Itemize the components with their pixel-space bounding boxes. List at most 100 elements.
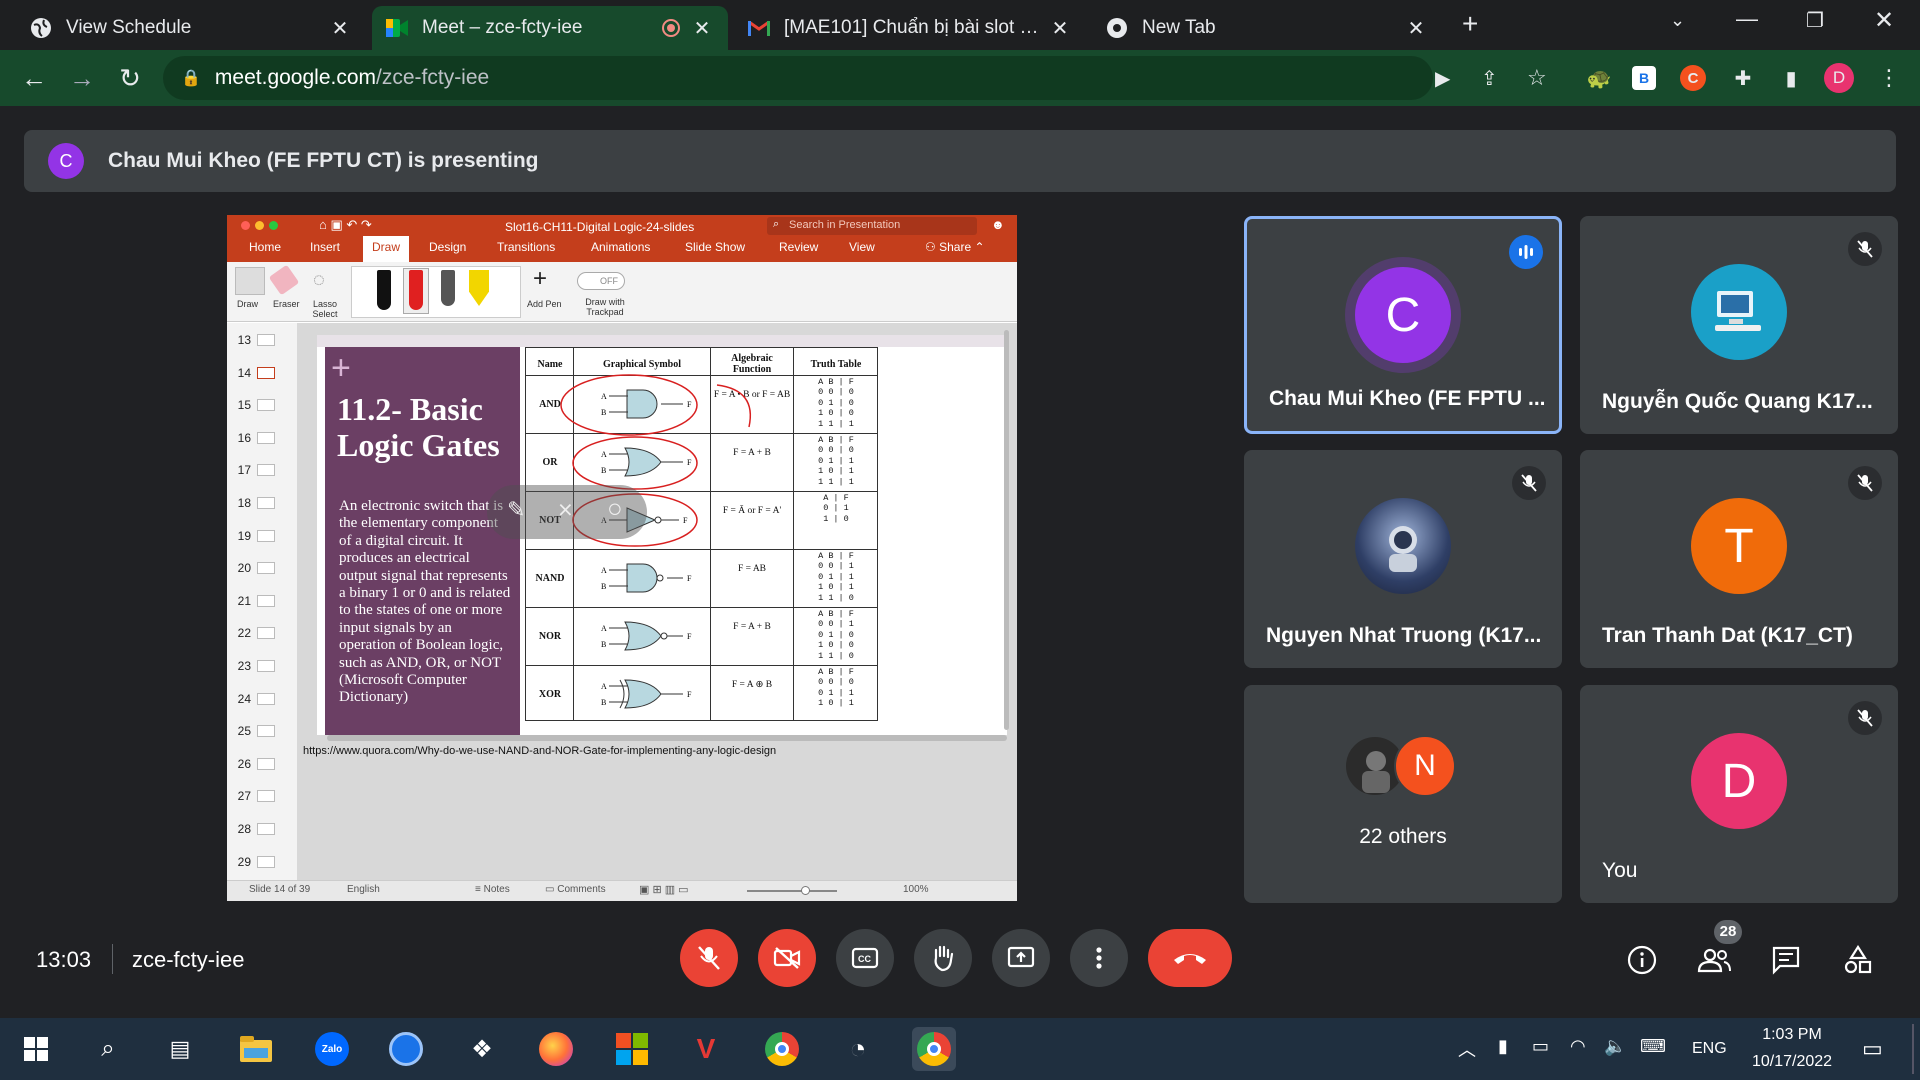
back-button[interactable]: ← xyxy=(14,58,54,98)
notes-button[interactable]: ≡ Notes xyxy=(475,884,510,895)
extension-icon[interactable]: 🐢 xyxy=(1584,63,1614,93)
pen-off-icon[interactable]: ✎ xyxy=(507,497,525,523)
slide-thumbnail[interactable] xyxy=(257,692,275,705)
camera-icon[interactable]: ▶ xyxy=(1435,66,1450,91)
ribbon-tab-draw[interactable]: Draw xyxy=(363,236,409,262)
microsoft-office-icon[interactable] xyxy=(610,1027,654,1071)
slide-thumbnail[interactable] xyxy=(257,366,275,379)
teamviewer-icon[interactable] xyxy=(384,1027,428,1071)
participant-tile[interactable]: Nguyen Nhat Truong (K17... xyxy=(1244,450,1562,668)
participant-tile[interactable]: C Chau Mui Kheo (FE FPTU ... xyxy=(1244,216,1562,434)
slide-thumbnail[interactable] xyxy=(257,823,275,835)
people-button[interactable] xyxy=(1694,940,1734,980)
side-panel-icon[interactable]: ▮ xyxy=(1776,63,1806,93)
search-taskbar-icon[interactable]: ⌕ xyxy=(86,1027,130,1071)
slide-thumbnail[interactable] xyxy=(257,334,275,346)
tab-new-tab[interactable]: New Tab ✕ xyxy=(1092,6,1442,50)
address-bar[interactable]: 🔒 meet.google.com/zce-fcty-iee ▶ ⇪ ☆ xyxy=(163,56,1547,100)
clock-time[interactable]: 1:03 PM xyxy=(1742,1026,1842,1044)
extension-c-icon[interactable]: C xyxy=(1680,65,1706,91)
menu-dots-icon[interactable]: ⋮ xyxy=(1874,63,1904,93)
slide-thumbnail[interactable] xyxy=(257,464,275,477)
slide-thumbnail[interactable] xyxy=(257,529,275,542)
app-windows-icon[interactable]: ❖ xyxy=(460,1027,504,1071)
slide-thumbnail[interactable] xyxy=(257,757,275,770)
ribbon-tab-insert[interactable]: Insert xyxy=(310,240,340,254)
zoom-slider[interactable] xyxy=(747,890,837,892)
participant-tile[interactable]: T Tran Thanh Dat (K17_CT) xyxy=(1580,450,1898,668)
close-icon[interactable]: ✕ xyxy=(1404,16,1428,41)
tray-chevron-icon[interactable]: ︿ xyxy=(1458,1036,1476,1062)
app-dial-icon[interactable]: ◔ xyxy=(836,1027,880,1071)
reload-button[interactable]: ↻ xyxy=(110,58,150,98)
start-windows-icon[interactable] xyxy=(14,1027,58,1071)
mic-toggle-button[interactable] xyxy=(680,929,738,987)
mac-zoom-icon[interactable] xyxy=(269,221,278,230)
tab-meet[interactable]: Meet – zce-fcty-iee ✕ xyxy=(372,6,728,50)
zalo-icon[interactable]: Zalo xyxy=(310,1027,354,1071)
bookmark-star-icon[interactable]: ☆ xyxy=(1527,65,1547,91)
share-icon[interactable]: ⇪ xyxy=(1481,66,1498,91)
zoom-slider-thumb[interactable] xyxy=(801,886,810,895)
ribbon-tab-review[interactable]: Review xyxy=(779,240,818,254)
slide-thumbnail[interactable] xyxy=(257,660,275,672)
trackpad-toggle[interactable]: OFF xyxy=(577,272,625,290)
tab-search-icon[interactable]: ⌄ xyxy=(1670,10,1685,31)
mac-minimize-icon[interactable] xyxy=(255,221,264,230)
meeting-details-button[interactable] xyxy=(1622,940,1662,980)
minimize-button[interactable]: — xyxy=(1736,6,1758,32)
leave-call-button[interactable] xyxy=(1148,929,1232,987)
ribbon-tab-home[interactable]: Home xyxy=(249,240,281,254)
slide-thumbnail[interactable] xyxy=(257,562,275,575)
chat-button[interactable] xyxy=(1766,940,1806,980)
others-tile[interactable]: N 22 others xyxy=(1244,685,1562,903)
raise-hand-button[interactable] xyxy=(914,929,972,987)
slide-thumbnail[interactable] xyxy=(257,431,275,444)
draw-tool-icon[interactable] xyxy=(235,267,265,295)
camera-toggle-button[interactable] xyxy=(758,929,816,987)
extension-b-icon[interactable]: B xyxy=(1632,66,1656,90)
ribbon-tab-slideshow[interactable]: Slide Show xyxy=(685,240,745,254)
audio-off-icon[interactable]: ⨯ xyxy=(557,497,574,522)
ribbon-tab-transitions[interactable]: Transitions xyxy=(497,240,555,254)
language-indicator[interactable]: ENG xyxy=(1692,1040,1727,1058)
view-buttons[interactable]: ▣ ⊞ ▥ ▭ xyxy=(639,883,689,896)
slide-thumbnail[interactable] xyxy=(257,855,275,868)
slide-thumbnail[interactable] xyxy=(257,399,275,412)
ppt-search-input[interactable]: Search in Presentation xyxy=(767,217,977,235)
self-tile[interactable]: D You xyxy=(1580,685,1898,903)
close-icon[interactable]: ✕ xyxy=(1048,16,1072,41)
slide-thumbnail[interactable] xyxy=(257,627,275,640)
clock-date[interactable]: 10/17/2022 xyxy=(1742,1053,1842,1071)
add-pen-icon[interactable]: + xyxy=(533,265,547,293)
profile-avatar[interactable]: D xyxy=(1824,63,1854,93)
feedback-icon[interactable]: ☻ xyxy=(991,217,1005,232)
more-options-button[interactable] xyxy=(1070,929,1128,987)
slide-thumbnail[interactable] xyxy=(257,725,275,738)
slide-thumbnail[interactable] xyxy=(257,497,275,509)
horizontal-scrollbar[interactable] xyxy=(327,735,1007,741)
participant-tile[interactable]: Nguyễn Quốc Quang K17... xyxy=(1580,216,1898,434)
volume-icon[interactable]: 🔈 xyxy=(1604,1036,1626,1057)
wifi-icon[interactable]: ◠ xyxy=(1570,1036,1586,1057)
ribbon-tab-design[interactable]: Design xyxy=(429,240,466,254)
vertical-scrollbar[interactable] xyxy=(1004,330,1009,730)
close-icon[interactable]: ✕ xyxy=(328,16,352,41)
home-icon[interactable]: ⌂ ▣ ↶ ↷ xyxy=(319,217,372,233)
chrome-taskbar-icon[interactable] xyxy=(760,1027,804,1071)
pen-black-icon[interactable] xyxy=(377,270,391,310)
close-icon[interactable]: ✕ xyxy=(690,16,714,41)
captions-button[interactable]: CC xyxy=(836,929,894,987)
keyboard-icon[interactable]: ⌨ xyxy=(1640,1036,1666,1057)
ribbon-share-button[interactable]: ⚇ Share ⌃ xyxy=(925,240,985,254)
battery-icon[interactable]: ▭ xyxy=(1532,1036,1549,1057)
file-explorer-icon[interactable] xyxy=(234,1027,278,1071)
slide-thumbnail[interactable] xyxy=(257,594,275,607)
new-tab-button[interactable]: + xyxy=(1462,8,1478,40)
activities-button[interactable] xyxy=(1838,940,1878,980)
firefox-icon[interactable] xyxy=(534,1027,578,1071)
forward-button[interactable]: → xyxy=(62,58,102,98)
tray-mic-icon[interactable]: ▮ xyxy=(1498,1036,1508,1057)
tab-view-schedule[interactable]: View Schedule ✕ xyxy=(16,6,366,50)
notification-center-icon[interactable]: ▭ xyxy=(1862,1036,1883,1062)
